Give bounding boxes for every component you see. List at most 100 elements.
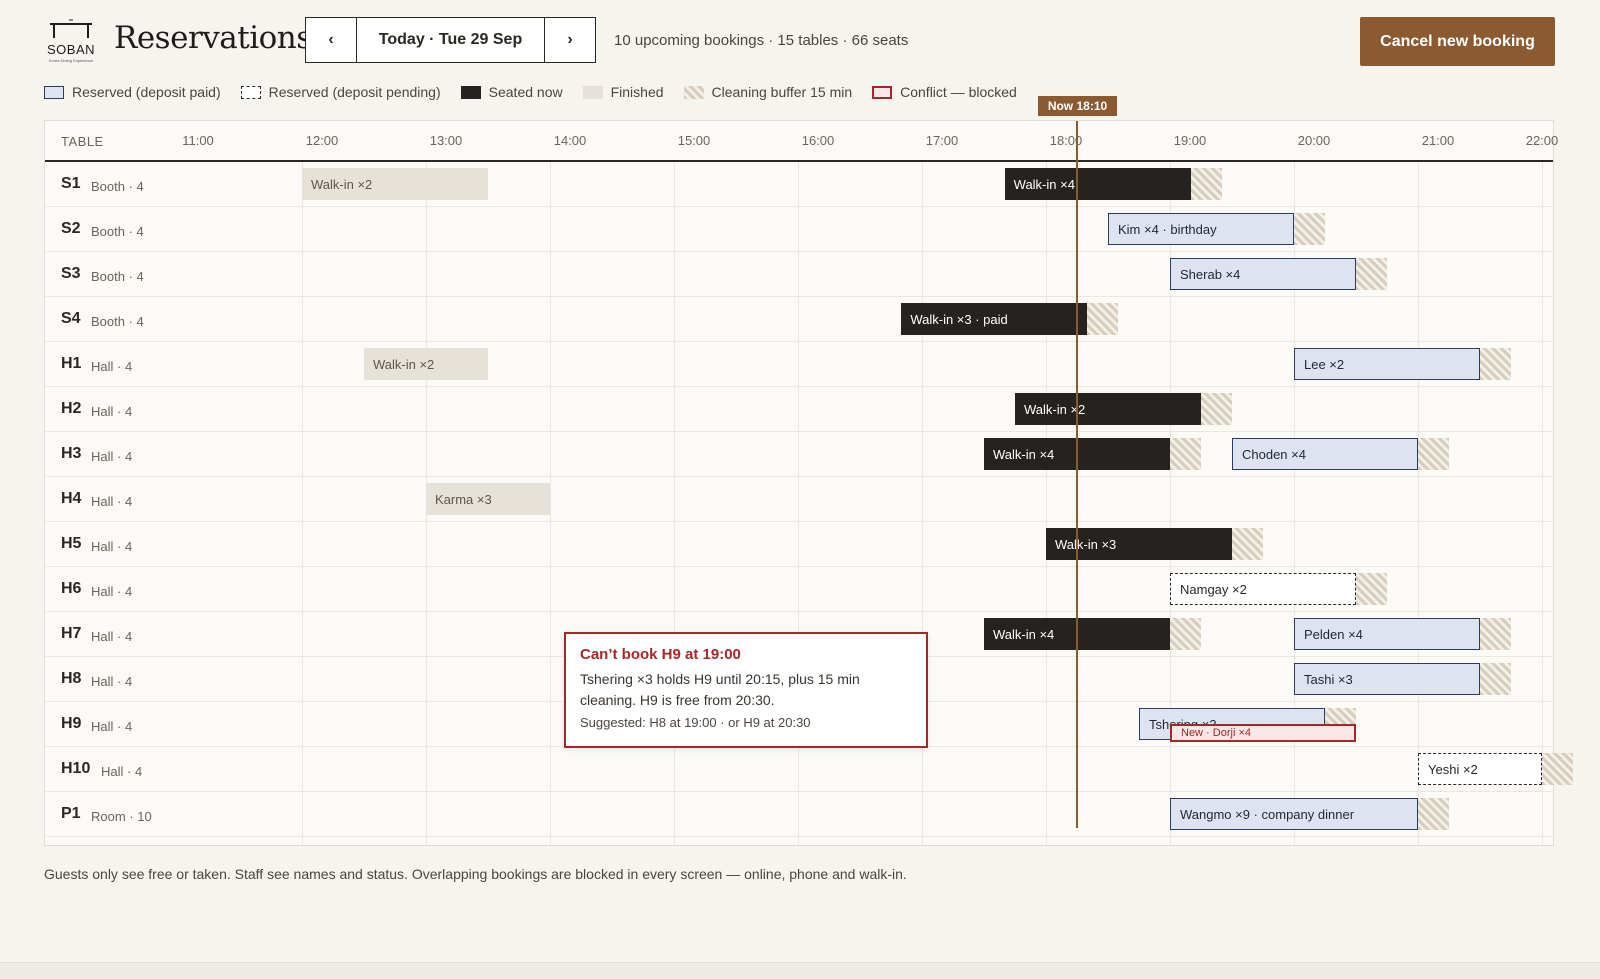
table-type: Booth · 4 — [91, 179, 144, 194]
legend-label: Seated now — [488, 84, 563, 100]
cleaning-buffer — [1418, 798, 1449, 830]
booking-block[interactable]: Kim ×4 · birthday — [1108, 213, 1294, 245]
hour-label: 13:00 — [429, 133, 463, 148]
brand-logo: SOBAN Korea Dining Experience — [42, 18, 100, 64]
booking-block[interactable]: Walk-in ×4 — [1004, 168, 1191, 200]
legend-item-paid: Reserved (deposit paid) — [44, 84, 221, 100]
table-type: Hall · 4 — [91, 584, 133, 599]
table-code: H9 — [61, 715, 82, 732]
table-type: Hall · 4 — [91, 719, 133, 734]
booking-block[interactable]: Walk-in ×3 — [1046, 528, 1232, 560]
booking-block[interactable]: Walk-in ×2 — [364, 348, 488, 380]
brand-name: SOBAN — [46, 42, 95, 57]
legend-swatch-pending — [240, 85, 261, 99]
booking-block[interactable]: Wangmo ×9 · company dinner — [1170, 798, 1418, 830]
booking-block[interactable]: Walk-in ×2 — [302, 168, 488, 200]
booking-block[interactable]: Walk-in ×3 · paid — [901, 303, 1088, 335]
hour-label: 19:00 — [1173, 133, 1207, 148]
hour-label: 15:00 — [677, 133, 711, 148]
legend: Reserved (deposit paid) Reserved (deposi… — [44, 84, 1037, 100]
table-code: S1 — [61, 175, 81, 192]
table-row-h2[interactable]: H2 Hall · 4 — [45, 387, 1553, 432]
cleaning-buffer — [1480, 663, 1511, 695]
legend-label: Cleaning buffer 15 min — [711, 84, 853, 100]
cleaning-buffer — [1232, 528, 1263, 560]
page-title: Reservations — [114, 20, 312, 56]
booking-summary: 10 upcoming bookings · 15 tables · 66 se… — [614, 32, 909, 49]
booking-block[interactable]: Namgay ×2 — [1170, 573, 1356, 605]
cleaning-buffer — [1356, 573, 1387, 605]
booking-block[interactable]: Lee ×2 — [1294, 348, 1480, 380]
table-code: H10 — [61, 760, 91, 777]
cleaning-buffer — [1356, 258, 1387, 290]
legend-swatch-conflict — [872, 85, 893, 99]
legend-item-pending: Reserved (deposit pending) — [240, 84, 441, 100]
table-type: Hall · 4 — [91, 674, 133, 689]
hour-label: 12:00 — [305, 133, 339, 148]
table-type: Hall · 4 — [101, 764, 143, 779]
booking-block[interactable]: Yeshi ×2 — [1418, 753, 1542, 785]
cleaning-buffer — [1170, 438, 1201, 470]
cleaning-buffer — [1190, 168, 1222, 200]
timeline-header: TABLE 11:00 12:00 13:00 14:00 15:00 16:00 17:0… — [45, 121, 1558, 162]
table-code: H5 — [61, 535, 82, 552]
prev-day-button[interactable]: ‹ — [306, 18, 357, 62]
cleaning-buffer — [1480, 618, 1511, 650]
table-type: Hall · 4 — [91, 449, 133, 464]
booking-block[interactable]: Walk-in ×2 — [1015, 393, 1201, 425]
legend-swatch-paid — [44, 85, 64, 99]
next-day-button[interactable]: › — [544, 18, 595, 62]
current-date[interactable]: Today · Tue 29 Sep — [357, 18, 544, 62]
table-code: H8 — [61, 670, 82, 687]
table-type: Booth · 4 — [91, 224, 144, 239]
legend-label: Reserved (deposit paid) — [72, 84, 221, 100]
table-row-s2[interactable]: S2 Booth · 4 — [45, 207, 1553, 252]
booking-block[interactable]: Choden ×4 — [1232, 438, 1418, 470]
cleaning-buffer — [1087, 303, 1119, 335]
table-row-s1[interactable]: S1 Booth · 4 — [45, 162, 1553, 207]
legend-label: Finished — [610, 84, 664, 100]
legend-label: Reserved (deposit pending) — [268, 84, 441, 100]
table-code: H7 — [61, 625, 82, 642]
table-type: Hall · 4 — [91, 359, 133, 374]
conflict-title: Can’t book H9 at 19:00 — [580, 646, 741, 663]
table-row-h4[interactable]: H4 Hall · 4 — [45, 477, 1553, 522]
table-code: S3 — [61, 265, 81, 282]
page-bottom-bar — [0, 962, 1600, 979]
date-navigator: ‹ Today · Tue 29 Sep › — [305, 17, 596, 63]
hour-label: 21:00 — [1421, 133, 1455, 148]
table-logo-icon — [50, 19, 92, 38]
conflict-suggestion[interactable]: Suggested: H8 at 19:00 · or H9 at 20:30 — [580, 715, 912, 730]
table-type: Hall · 4 — [91, 494, 133, 509]
booking-block[interactable]: Tashi ×3 — [1294, 663, 1480, 695]
hour-label: 11:00 — [182, 133, 214, 148]
table-type: Booth · 4 — [91, 314, 144, 329]
table-row-h10[interactable]: H10 Hall · 4 — [45, 747, 1553, 792]
hour-label: 20:00 — [1297, 133, 1331, 148]
table-type: Booth · 4 — [91, 269, 144, 284]
booking-block[interactable]: Karma ×3 — [426, 483, 550, 515]
booking-block[interactable]: Pelden ×4 — [1294, 618, 1480, 650]
legend-label: Conflict — blocked — [900, 84, 1017, 100]
table-code: H2 — [61, 400, 82, 417]
booking-block[interactable]: Sherab ×4 — [1170, 258, 1356, 290]
legend-item-seated: Seated now — [460, 84, 563, 100]
cleaning-buffer — [1480, 348, 1511, 380]
table-code: S4 — [61, 310, 81, 327]
legend-item-clean: Cleaning buffer 15 min — [683, 84, 853, 100]
table-row-s4[interactable]: S4 Booth · 4 — [45, 297, 1553, 342]
conflict-popup: Can’t book H9 at 19:00 Tshering ×3 holds… — [564, 632, 928, 748]
table-row-h5[interactable]: H5 Hall · 4 — [45, 522, 1553, 567]
table-code: H4 — [61, 490, 82, 507]
legend-item-conflict: Conflict — blocked — [872, 84, 1017, 100]
table-type: Hall · 4 — [91, 404, 133, 419]
legend-swatch-seated — [460, 85, 481, 99]
conflict-body: Tshering ×3 holds H9 until 20:15, plus 1… — [580, 671, 860, 708]
new-booking-conflict[interactable]: New · Dorji ×4 — [1170, 724, 1356, 742]
cancel-new-booking-button[interactable]: Cancel new booking — [1360, 17, 1555, 66]
legend-item-finished: Finished — [582, 84, 664, 100]
cleaning-buffer — [1170, 618, 1201, 650]
table-code: S2 — [61, 220, 81, 237]
table-column-header: TABLE — [61, 134, 104, 149]
hour-label: 17:00 — [925, 133, 959, 148]
